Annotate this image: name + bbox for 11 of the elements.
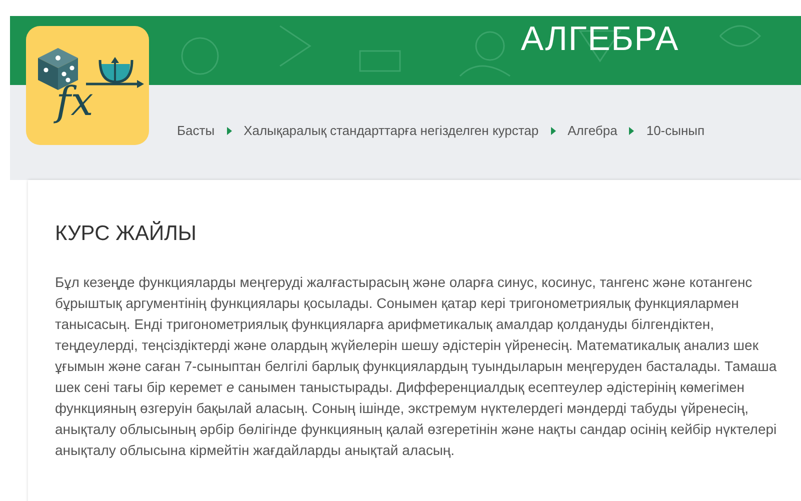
breadcrumb-link[interactable]: Басты <box>177 121 215 141</box>
page-title: АЛГЕБРА <box>520 19 680 60</box>
breadcrumb-link[interactable]: 10-сынып <box>646 121 705 141</box>
breadcrumb-link[interactable]: Алгебра <box>568 121 618 141</box>
breadcrumb-link[interactable]: Халықаралық стандарттарға негізделген курстар <box>244 121 539 141</box>
separator-icon <box>550 127 556 135</box>
section-heading: КУРС ЖАЙЛЫ <box>55 220 198 247</box>
separator-icon <box>226 127 232 135</box>
course-description: Бұл кезеңде функцияларды меңгеруді жалғастырасың және оларға синус, косинус, тангенс және котангенс бұрыштық аргументінің функциялары қосылады. Сонымен қатар кері тригонометриялық функциялармен танысасың. Енді тригонометриялық функцияларға арифметикалық амалдар қолдануды білгендіктен, теңдеулерді, теңсіздіктерді және олардың жүйелерін шешу әдістерін үйренесің. Математикалық анализ шек ұғымын және саған 7-сыныптан белгілі барлық функциялардың туындыларын меңгеруден басталады. Тамаша шек сені тағы бір керемет е санымен таныстырады. Дифференциалдық есептеулер әдістерінің көмегімен функцияның өзгеруін бақылай аласың. Соның ішінде, экстремум нүктелердегі мәндерді табуды үйренесің, анықталу облысының әрбір бөлігінде функцияның қалай өзгеретінін және нақты сандар осінің кейбір нүктелері анықталу облысына кірмейтін жағдайларды анықтай аласың. <box>55 272 778 460</box>
logo-formula: fx <box>56 82 94 122</box>
separator-icon <box>629 127 634 135</box>
